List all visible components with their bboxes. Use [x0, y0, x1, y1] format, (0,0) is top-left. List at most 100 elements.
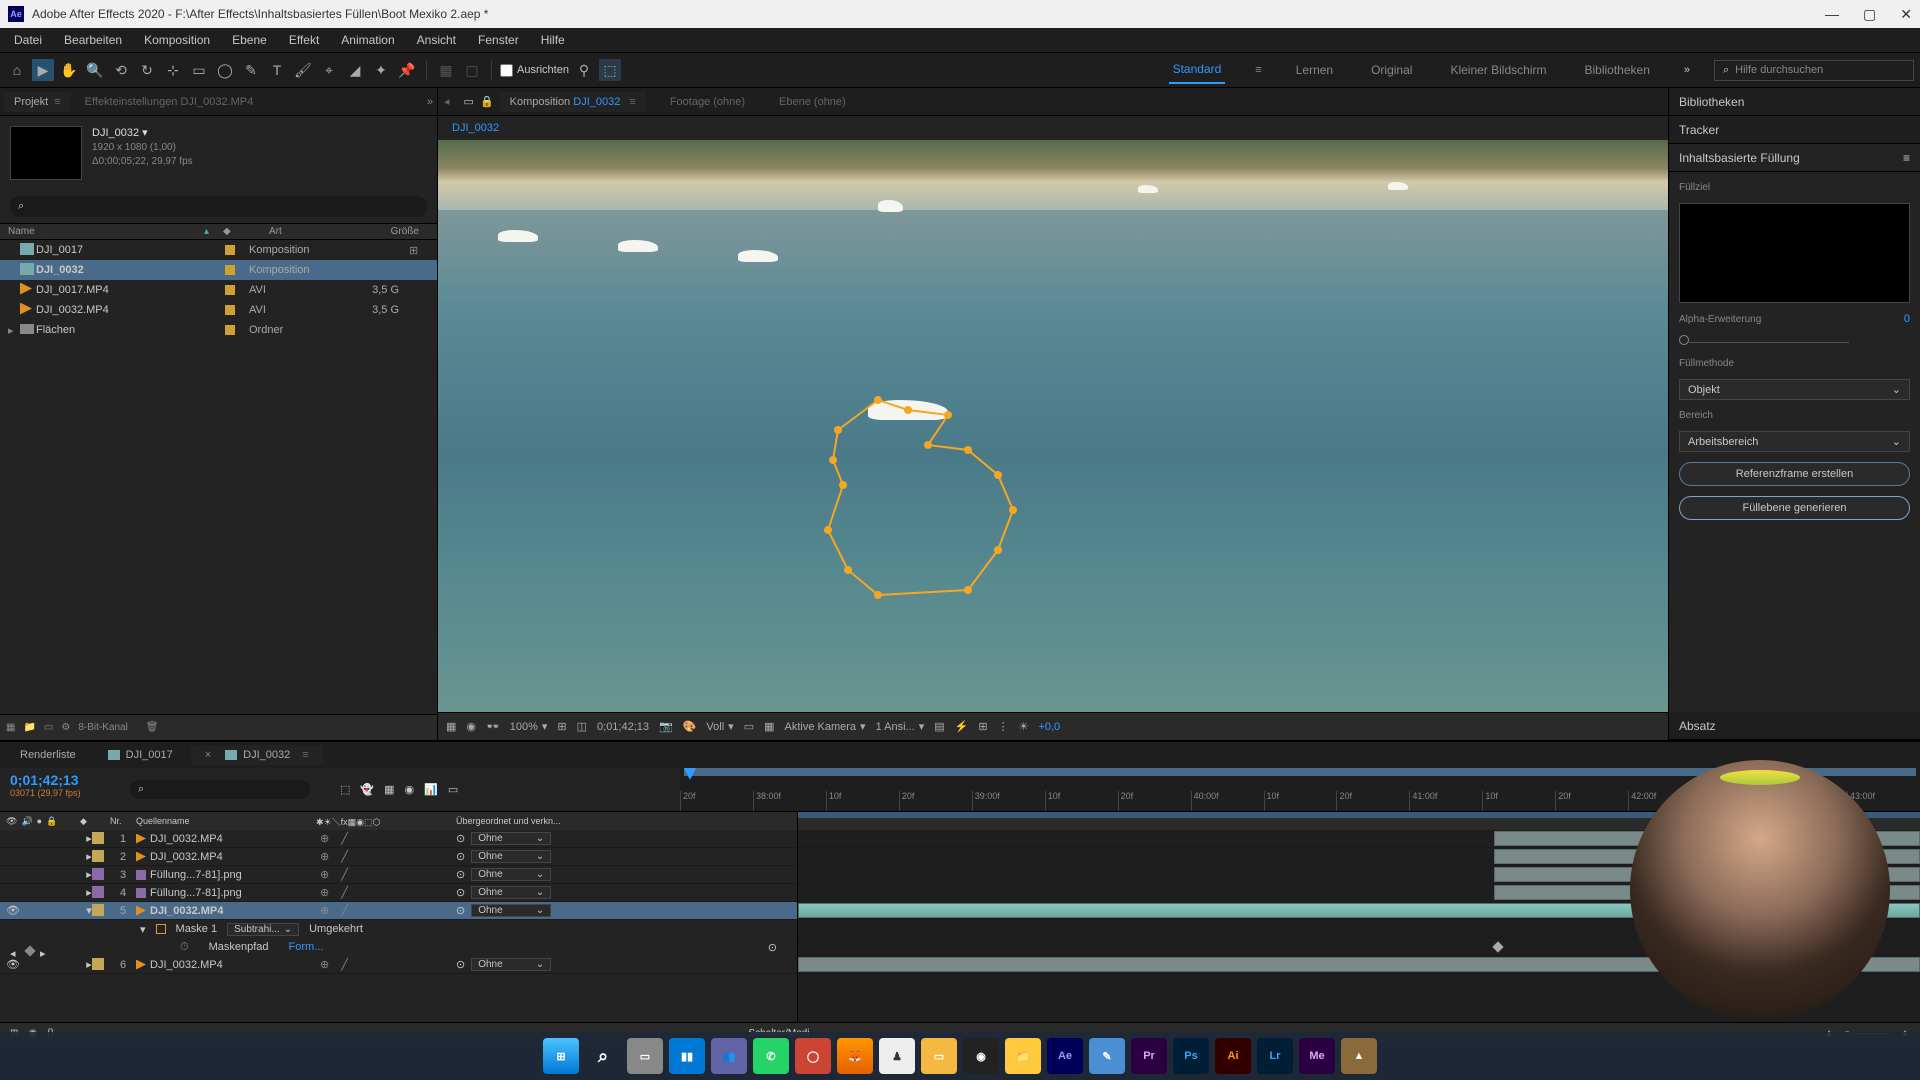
visibility-toggle[interactable]: 👁	[6, 904, 18, 917]
timeline-layer[interactable]: ▸ 2 DJI_0032.MP4 ⊕╱ ⊙Ohne⌄	[0, 848, 797, 866]
label-color[interactable]	[225, 305, 235, 315]
col-name[interactable]: Name	[8, 226, 204, 237]
panel-overflow-icon[interactable]: »	[427, 96, 433, 108]
workspace-kleiner[interactable]: Kleiner Bildschirm	[1446, 57, 1550, 83]
col-size[interactable]: Größe	[359, 226, 429, 237]
interpret-icon[interactable]: ▦	[6, 722, 15, 733]
shape-stroke[interactable]: ▢	[461, 59, 483, 81]
menu-bearbeiten[interactable]: Bearbeiten	[54, 31, 132, 49]
snap-options[interactable]: ⚲	[573, 59, 595, 81]
label-color[interactable]	[225, 285, 235, 295]
type-tool[interactable]: T	[266, 59, 288, 81]
new-folder-icon[interactable]: 📁	[23, 722, 35, 733]
generate-fill-layer-button[interactable]: Füllebene generieren	[1679, 496, 1910, 520]
start-button[interactable]: ⊞	[543, 1038, 579, 1074]
timeline-tab[interactable]: DJI_0017	[94, 745, 187, 765]
current-timecode[interactable]: 0;01;42;13	[10, 772, 120, 788]
snap-checkbox[interactable]	[500, 64, 513, 77]
mask-property-row[interactable]: ◂▸ ⏱ Maskenpfad Form... ⊙	[0, 938, 797, 956]
project-row[interactable]: DJI_0032.MP4 AVI 3,5 G	[0, 300, 437, 320]
timecode-display[interactable]: 0;01;42;13	[597, 721, 649, 733]
new-comp-icon[interactable]: ▭	[44, 722, 53, 733]
taskbar-illustrator[interactable]: Ai	[1215, 1038, 1251, 1074]
alpha-slider-handle[interactable]	[1679, 335, 1689, 345]
project-row[interactable]: DJI_0032 Komposition	[0, 260, 437, 280]
composition-tab[interactable]: Komposition DJI_0032 ≡	[500, 92, 646, 112]
taskbar-app[interactable]: ▭	[921, 1038, 957, 1074]
ellipse-tool[interactable]: ◯	[214, 59, 236, 81]
col-label[interactable]: ◆	[209, 226, 269, 237]
bits-select[interactable]: 8-Bit-Kanal	[78, 722, 127, 733]
nav-back-icon[interactable]: ◂	[444, 95, 450, 108]
workspace-lernen[interactable]: Lernen	[1292, 57, 1337, 83]
mask-mode-icon[interactable]: ⬚	[599, 59, 621, 81]
exposure-reset-icon[interactable]: ☀	[1019, 720, 1029, 733]
taskbar-lightroom[interactable]: Lr	[1257, 1038, 1293, 1074]
content-aware-fill-tab[interactable]: Inhaltsbasierte Füllung	[1679, 151, 1800, 165]
timeline-layer[interactable]: 👁 ▸ 6 DJI_0032.MP4 ⊕╱ ⊙Ohne⌄	[0, 956, 797, 974]
views-select[interactable]: 1 Ansi... ▾	[876, 720, 925, 733]
exposure-value[interactable]: +0,0	[1038, 721, 1060, 733]
motion-blur-icon[interactable]: ◉	[405, 783, 415, 796]
parent-select[interactable]: Ohne⌄	[471, 958, 551, 971]
camera-select[interactable]: Aktive Kamera ▾	[785, 720, 866, 733]
parent-select[interactable]: Ohne⌄	[471, 904, 551, 917]
create-reference-frame-button[interactable]: Referenzframe erstellen	[1679, 462, 1910, 486]
pixel-icon[interactable]: ▤	[934, 720, 944, 733]
taskbar-teams[interactable]: 👥	[711, 1038, 747, 1074]
menu-ansicht[interactable]: Ansicht	[407, 31, 466, 49]
taskbar-app[interactable]: ✎	[1089, 1038, 1125, 1074]
puppet-tool[interactable]: 📌	[396, 59, 418, 81]
timeline-layer[interactable]: ▸ 4 Füllung...7-81].png ⊕╱ ⊙Ohne⌄	[0, 884, 797, 902]
menu-effekt[interactable]: Effekt	[279, 31, 329, 49]
lock-icon[interactable]: 🔒	[480, 95, 494, 108]
panel-menu-icon[interactable]: ≡	[1903, 151, 1910, 165]
project-tab[interactable]: Projekt≡	[4, 92, 71, 112]
prev-keyframe-icon[interactable]: ◂	[10, 947, 16, 960]
collapse-icon[interactable]: ▾	[140, 923, 146, 936]
keyframe-nav-icon[interactable]	[24, 945, 35, 956]
trash-icon[interactable]: 🗑	[146, 722, 159, 733]
pickwhip-icon[interactable]: ⊙	[456, 832, 465, 845]
roi-icon[interactable]: ▭	[744, 720, 754, 733]
menu-hilfe[interactable]: Hilfe	[531, 31, 575, 49]
composition-breadcrumb[interactable]: DJI_0032	[438, 116, 1668, 140]
taskbar-app[interactable]: ♟	[879, 1038, 915, 1074]
close-button[interactable]: ✕	[1900, 6, 1912, 23]
fill-method-select[interactable]: Objekt⌄	[1679, 379, 1910, 400]
taskbar-obs[interactable]: ◉	[963, 1038, 999, 1074]
task-view[interactable]: ▭	[627, 1038, 663, 1074]
taskbar-app[interactable]: ▮▮	[669, 1038, 705, 1074]
show-channel-icon[interactable]: 🎨	[683, 720, 697, 733]
effects-tab[interactable]: Effekteinstellungen DJI_0032.MP4	[75, 92, 264, 112]
mask-row[interactable]: ▾ Maske 1 Subtrahi...⌄ Umgekehrt	[0, 920, 797, 938]
close-tab-icon[interactable]: ×	[205, 749, 211, 761]
eraser-tool[interactable]: ◢	[344, 59, 366, 81]
zoom-tool[interactable]: 🔍	[84, 59, 106, 81]
paragraph-panel-tab[interactable]: Absatz	[1669, 712, 1920, 740]
clone-tool[interactable]: ⌖	[318, 59, 340, 81]
taskbar-search[interactable]: ⌕	[585, 1038, 621, 1074]
project-search[interactable]: ⌕	[10, 196, 427, 217]
selection-tool[interactable]: ▶	[32, 59, 54, 81]
shy-icon[interactable]: 👻	[360, 783, 374, 796]
parent-select[interactable]: Ohne⌄	[471, 850, 551, 863]
hand-tool[interactable]: ✋	[58, 59, 80, 81]
project-row[interactable]: ▸ Flächen Ordner	[0, 320, 437, 340]
parent-select[interactable]: Ohne⌄	[471, 832, 551, 845]
graph-icon[interactable]: 📊	[424, 783, 438, 796]
resolution-select[interactable]: Voll ▾	[706, 720, 733, 733]
taskbar-firefox[interactable]: 🦊	[837, 1038, 873, 1074]
roto-tool[interactable]: ✦	[370, 59, 392, 81]
shape-fill[interactable]: ▦	[435, 59, 457, 81]
layer-tab[interactable]: Ebene (ohne)	[769, 92, 856, 112]
orbit-tool[interactable]: ⟲	[110, 59, 132, 81]
maximize-button[interactable]: ▢	[1863, 6, 1876, 23]
taskbar-explorer[interactable]: 📁	[1005, 1038, 1041, 1074]
project-row[interactable]: DJI_0017 Komposition ⊞	[0, 240, 437, 260]
taskbar-photoshop[interactable]: Ps	[1173, 1038, 1209, 1074]
taskbar-media-encoder[interactable]: Me	[1299, 1038, 1335, 1074]
channel-icon[interactable]: ◉	[466, 720, 476, 733]
transparency-icon[interactable]: ▦	[764, 720, 774, 733]
mask-mode-select[interactable]: Subtrahi...⌄	[227, 923, 299, 936]
